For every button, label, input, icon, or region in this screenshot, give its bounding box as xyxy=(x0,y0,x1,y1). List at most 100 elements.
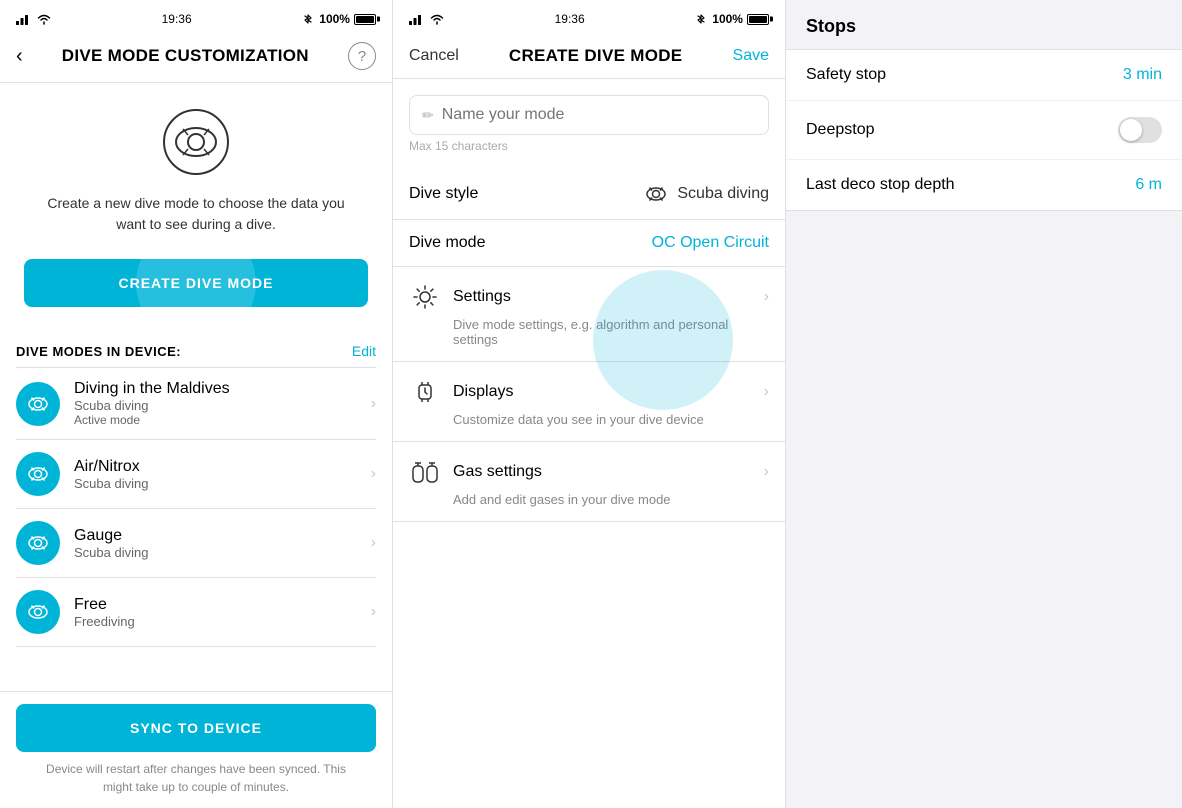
mode-subtitle-gauge: Scuba diving xyxy=(74,545,371,560)
battery-icon-2 xyxy=(747,14,769,25)
panel-stops: Stops Safety stop 3 min Deepstop Last de… xyxy=(786,0,1182,808)
dive-mode-label: Dive mode xyxy=(409,234,485,252)
status-bar-1: 19:36 100% xyxy=(0,0,392,34)
gas-chevron-icon: › xyxy=(764,463,769,481)
mode-text-airnitrox: Air/Nitrox Scuba diving xyxy=(74,458,371,491)
mode-text-gauge: Gauge Scuba diving xyxy=(74,527,371,560)
chevron-icon-free: › xyxy=(371,603,376,621)
battery-pct-1: 100% xyxy=(319,12,350,26)
deepstop-row[interactable]: Deepstop xyxy=(786,101,1182,160)
displays-row-top: Displays › xyxy=(409,376,769,408)
mode-icon-maldives xyxy=(16,382,60,426)
mode-item-gauge[interactable]: Gauge Scuba diving › xyxy=(0,509,392,577)
back-chevron-icon: ‹ xyxy=(16,46,23,66)
sync-section: SYNC TO DEVICE Device will restart after… xyxy=(0,691,392,808)
mode-name-input[interactable] xyxy=(442,106,756,124)
signal-icon-2 xyxy=(409,13,425,25)
chevron-icon-airnitrox: › xyxy=(371,465,376,483)
displays-item-desc: Customize data you see in your dive devi… xyxy=(409,412,769,427)
mode-active-maldives: Active mode xyxy=(74,413,371,427)
safety-stop-label: Safety stop xyxy=(806,66,886,84)
gas-settings-item-desc: Add and edit gases in your dive mode xyxy=(409,492,769,507)
dive-style-label: Dive style xyxy=(409,185,478,203)
panel1-header: ‹ DIVE MODE CUSTOMIZATION ? xyxy=(0,34,392,83)
toggle-knob xyxy=(1120,119,1142,141)
tanks-icon xyxy=(409,458,441,486)
freediving-icon xyxy=(25,599,51,625)
dive-mode-value: OC Open Circuit xyxy=(652,234,769,252)
mode-name-maldives: Diving in the Maldives xyxy=(74,380,371,398)
deepstop-toggle[interactable] xyxy=(1118,117,1162,143)
gas-icon-container xyxy=(409,456,441,488)
save-button[interactable]: Save xyxy=(733,47,769,65)
back-button[interactable]: ‹ xyxy=(16,46,23,66)
displays-row[interactable]: Displays › Customize data you see in you… xyxy=(393,362,785,442)
dive-mode-row[interactable]: Dive mode OC Open Circuit xyxy=(393,220,785,267)
dive-mode-icon xyxy=(161,107,231,177)
sync-note: Device will restart after changes have b… xyxy=(16,752,376,800)
mode-item-airnitrox[interactable]: Air/Nitrox Scuba diving › xyxy=(0,440,392,508)
sync-button[interactable]: SYNC TO DEVICE xyxy=(16,704,376,752)
mode-subtitle-airnitrox: Scuba diving xyxy=(74,476,371,491)
stops-header: Stops xyxy=(786,0,1182,50)
last-deco-stop-value: 6 m xyxy=(1135,176,1162,194)
wifi-icon xyxy=(36,13,52,25)
panel-dive-mode-customization: 19:36 100% ‹ DIVE MODE CUSTOMIZATION ? C… xyxy=(0,0,393,808)
chevron-icon-maldives: › xyxy=(371,395,376,413)
battery-area-1: 100% xyxy=(301,12,376,26)
settings-row-top: Settings › xyxy=(409,281,769,313)
create-dive-mode-button[interactable]: CREATE DIVE MODE xyxy=(24,259,368,307)
displays-chevron-icon: › xyxy=(764,383,769,401)
dive-style-row[interactable]: Dive style Scuba diving xyxy=(393,169,785,220)
safety-stop-row[interactable]: Safety stop 3 min xyxy=(786,50,1182,101)
mode-item-maldives[interactable]: Diving in the Maldives Scuba diving Acti… xyxy=(0,368,392,439)
mode-name-gauge: Gauge xyxy=(74,527,371,545)
mode-icon-free xyxy=(16,590,60,634)
dive-modes-section-header: DIVE MODES IN DEVICE: Edit xyxy=(0,335,392,367)
settings-chevron-icon: › xyxy=(764,288,769,306)
gas-settings-row-left: Gas settings xyxy=(409,456,542,488)
settings-row-left: Settings xyxy=(409,281,511,313)
battery-pct-2: 100% xyxy=(712,12,743,26)
gas-settings-item-title: Gas settings xyxy=(453,463,542,481)
max-chars-label: Max 15 characters xyxy=(409,135,769,161)
display-icon-container xyxy=(409,376,441,408)
gas-settings-row-top: Gas settings › xyxy=(409,456,769,488)
mode-name-airnitrox: Air/Nitrox xyxy=(74,458,371,476)
panel2-header: Cancel CREATE DIVE MODE Save xyxy=(393,34,785,79)
mode-item-free[interactable]: Free Freediving › xyxy=(0,578,392,646)
mode-name-free: Free xyxy=(74,596,371,614)
bluetooth-icon xyxy=(301,13,315,25)
bluetooth-icon-2 xyxy=(694,13,708,25)
scuba-icon-3 xyxy=(25,530,51,556)
scuba-style-icon xyxy=(643,183,669,205)
help-button[interactable]: ? xyxy=(348,42,376,70)
pencil-icon: ✏ xyxy=(422,107,434,124)
section-title: DIVE MODES IN DEVICE: xyxy=(16,344,181,359)
displays-item-title: Displays xyxy=(453,383,513,401)
battery-icon-1 xyxy=(354,14,376,25)
settings-row[interactable]: Settings › Dive mode settings, e.g. algo… xyxy=(393,267,785,362)
mode-text-maldives: Diving in the Maldives Scuba diving Acti… xyxy=(74,380,371,427)
time-display-2: 19:36 xyxy=(555,12,585,26)
mode-subtitle-free: Freediving xyxy=(74,614,371,629)
scuba-icon-2 xyxy=(25,461,51,487)
status-bar-2: 19:36 100% xyxy=(393,0,785,34)
mode-icon-airnitrox xyxy=(16,452,60,496)
mode-icon-gauge xyxy=(16,521,60,565)
page-title: DIVE MODE CUSTOMIZATION xyxy=(62,46,309,66)
mode-subtitle-maldives: Scuba diving xyxy=(74,398,371,413)
create-dive-mode-title: CREATE DIVE MODE xyxy=(509,46,683,66)
cancel-button[interactable]: Cancel xyxy=(409,47,459,65)
mode-text-free: Free Freediving xyxy=(74,596,371,629)
name-input-wrapper: ✏ xyxy=(409,95,769,135)
button-ripple xyxy=(136,259,256,307)
gas-settings-row[interactable]: Gas settings › Add and edit gases in you… xyxy=(393,442,785,522)
last-deco-stop-row[interactable]: Last deco stop depth 6 m xyxy=(786,160,1182,210)
displays-row-left: Displays xyxy=(409,376,513,408)
signal-icons xyxy=(16,13,52,25)
safety-stop-value: 3 min xyxy=(1123,66,1162,84)
scuba-icon-1 xyxy=(25,391,51,417)
dive-style-value: Scuba diving xyxy=(677,185,769,203)
edit-button[interactable]: Edit xyxy=(352,343,376,359)
